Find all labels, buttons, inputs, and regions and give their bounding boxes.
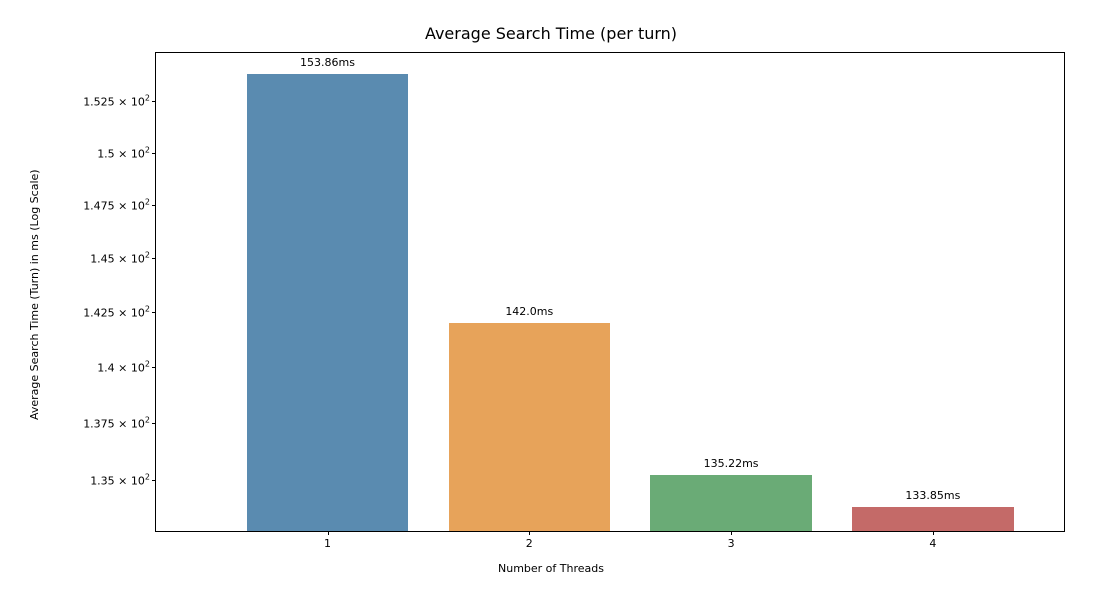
ytick-mark: [152, 367, 156, 368]
ytick-mark: [152, 423, 156, 424]
ytick-mark: [152, 205, 156, 206]
ytick-3: 1.425 × 102: [83, 305, 156, 320]
xtick-mark: [731, 531, 732, 535]
x-axis-label: Number of Threads: [0, 562, 1102, 575]
ytick-6: 1.5 × 102: [97, 145, 156, 160]
plot-area: 1.35 × 102 1.375 × 102 1.4 × 102 1.425 ×…: [155, 52, 1065, 532]
bar-label-2: 135.22ms: [704, 457, 759, 470]
bar-label-0: 153.86ms: [300, 56, 355, 69]
ytick-mark: [152, 153, 156, 154]
bar-2: [650, 475, 811, 531]
ytick-5: 1.475 × 102: [83, 198, 156, 213]
ytick-0: 1.35 × 102: [90, 473, 156, 488]
bars-layer: 153.86ms 142.0ms 135.22ms 133.85ms: [156, 53, 1064, 531]
bar-label-3: 133.85ms: [905, 489, 960, 502]
y-axis-label: Average Search Time (Turn) in ms (Log Sc…: [28, 169, 41, 420]
ytick-1: 1.375 × 102: [83, 416, 156, 431]
bar-0: [247, 74, 408, 531]
ytick-7: 1.525 × 102: [83, 94, 156, 109]
chart-title: Average Search Time (per turn): [0, 24, 1102, 43]
ytick-mark: [152, 480, 156, 481]
ytick-mark: [152, 258, 156, 259]
xtick-mark: [328, 531, 329, 535]
bar-label-1: 142.0ms: [505, 305, 553, 318]
ytick-2: 1.4 × 102: [97, 360, 156, 375]
bar-1: [449, 323, 610, 531]
bar-3: [852, 507, 1013, 531]
xtick-mark: [933, 531, 934, 535]
ytick-4: 1.45 × 102: [90, 251, 156, 266]
ytick-mark: [152, 101, 156, 102]
chart-container: Average Search Time (per turn) 1.35 × 10…: [0, 0, 1102, 600]
ytick-mark: [152, 312, 156, 313]
xtick-mark: [529, 531, 530, 535]
